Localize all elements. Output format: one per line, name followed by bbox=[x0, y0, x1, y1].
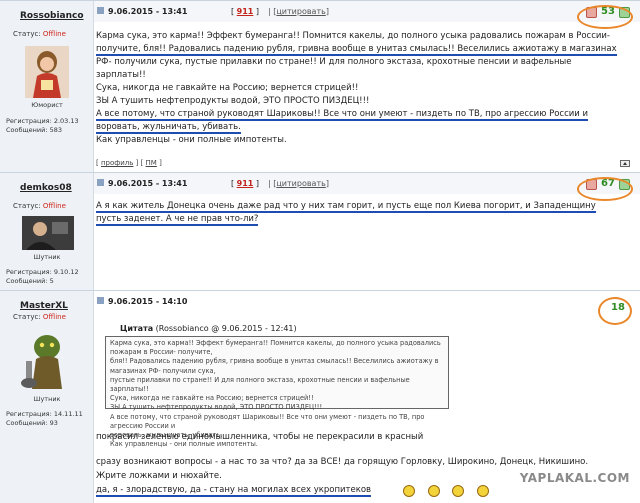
quote-line: А все потому, что страной руководят Шари… bbox=[110, 412, 425, 430]
post-text-line: покрасил зеленью единомышленника, чтобы … bbox=[96, 432, 424, 442]
status-label: Статус: bbox=[13, 30, 41, 38]
post-text-line: да, я - злорадствую, да - стану на могил… bbox=[96, 485, 372, 497]
post-number-link[interactable]: 911 bbox=[237, 7, 254, 16]
post-icon bbox=[97, 297, 104, 304]
post-masterxl: MasterXL Статус: Offline Шутник Регистра… bbox=[0, 290, 640, 503]
post-links: [ профиль ] [ ПМ ] bbox=[96, 159, 162, 167]
post-number: [ 911 ] bbox=[231, 7, 260, 16]
smiley-icon bbox=[476, 485, 489, 497]
underlined-text: получите, бля!! Радовались падению рубля… bbox=[96, 44, 617, 56]
post-icon bbox=[97, 179, 104, 186]
underlined-text: да, я - злорадствую, да - стану на могил… bbox=[96, 485, 372, 497]
post-header: 9.06.2015 - 13:41 [ 911 ] | [цитировать]… bbox=[94, 173, 640, 194]
post-text-line: А все потому, что страной руководят Шари… bbox=[96, 108, 630, 121]
post-text-line: пусть заденет. А че не прав что-ли? bbox=[96, 213, 630, 226]
post-text-line: Жрите ложками и нюхайте. bbox=[96, 471, 222, 481]
underlined-text: А я как житель Донецка очень даже рад чт… bbox=[96, 201, 596, 213]
quote-box: Карма сука, это карма!! Эффект бумеранга… bbox=[105, 336, 449, 448]
scroll-top-icon[interactable] bbox=[620, 160, 630, 167]
post-text-line: Как управленцы - они полные импотенты. bbox=[96, 135, 287, 145]
quote-line: Карма сука, это карма!! Эффект бумеранга… bbox=[110, 339, 441, 357]
post-body: Карма сука, это карма!! Эффект бумеранга… bbox=[96, 30, 630, 147]
message-count: Сообщений: 5 bbox=[6, 277, 54, 285]
underlined-text: А все потому, что страной руководят Шари… bbox=[96, 109, 589, 121]
quote-line: ЗЫ А тушить нефтепродукты водой, ЭТО ПРО… bbox=[110, 403, 323, 412]
status-line: Статус: Offline bbox=[13, 313, 66, 321]
user-meta: Регистрация: 2.03.13 Сообщений: 583 bbox=[6, 117, 79, 135]
user-pane: MasterXL Статус: Offline Шутник Регистра… bbox=[0, 291, 94, 503]
post-header: 9.06.2015 - 14:10 18 bbox=[94, 291, 640, 313]
avatar[interactable] bbox=[20, 331, 74, 391]
post-number: [ 911 ] bbox=[231, 179, 260, 188]
smiley-icon bbox=[427, 485, 440, 497]
cite-button[interactable]: цитировать bbox=[276, 179, 325, 188]
quote-label: Цитата bbox=[120, 324, 154, 333]
cite-block: | [цитировать] bbox=[268, 7, 329, 16]
user-pane: Rossobianco Статус: Offline Юморист Реги… bbox=[0, 1, 94, 172]
annotation-circle bbox=[577, 5, 633, 29]
quote-line: бля!! Радовались падению рубля, гривна в… bbox=[110, 357, 439, 375]
status-offline: Offline bbox=[42, 202, 66, 210]
user-role: Шутник bbox=[33, 395, 61, 403]
smiley-icon bbox=[403, 485, 415, 497]
username-link[interactable]: Rossobianco bbox=[20, 11, 84, 21]
post-text-line: воровать, жульничать, убивать. bbox=[96, 121, 630, 134]
post-text-line: РФ- получили сука, пустые прилавки по ст… bbox=[96, 57, 572, 67]
quote-source: (Rossobianco @ 9.06.2015 - 12:41) bbox=[155, 324, 297, 333]
post-icon bbox=[97, 7, 104, 14]
registration-date: Регистрация: 2.03.13 bbox=[6, 117, 79, 125]
smiley-row bbox=[403, 485, 499, 497]
post-date: 9.06.2015 - 13:41 bbox=[97, 179, 187, 188]
post-text-line: Сука, никогда не гавкайте на Россию; вер… bbox=[96, 83, 359, 93]
post-date-text: 9.06.2015 - 13:41 bbox=[108, 179, 188, 188]
post-text-line: получите, бля!! Радовались падению рубля… bbox=[96, 43, 630, 56]
post-date-text: 9.06.2015 - 13:41 bbox=[108, 7, 188, 16]
annotation-circle bbox=[598, 297, 632, 325]
avatar[interactable] bbox=[25, 46, 69, 98]
post-body: А я как житель Донецка очень даже рад чт… bbox=[96, 200, 630, 226]
user-pane: demkos08 Статус: Offline Шутник Регистра… bbox=[0, 173, 94, 290]
status-offline: Offline bbox=[42, 313, 66, 321]
registration-date: Регистрация: 14.11.11 bbox=[6, 410, 83, 418]
status-offline: Offline bbox=[42, 30, 66, 38]
user-meta: Регистрация: 9.10.12 Сообщений: 5 bbox=[6, 268, 79, 286]
pm-link[interactable]: ПМ bbox=[146, 159, 157, 167]
user-meta: Регистрация: 14.11.11 Сообщений: 93 bbox=[6, 410, 83, 428]
quote-line: Сука, никогда не гавкайте на Россию; вер… bbox=[110, 394, 314, 403]
post-number-link[interactable]: 911 bbox=[237, 179, 254, 188]
quote-title: Цитата (Rossobianco @ 9.06.2015 - 12:41) bbox=[120, 324, 297, 333]
post-header: 9.06.2015 - 13:41 [ 911 ] | [цитировать]… bbox=[94, 1, 640, 22]
status-label: Статус: bbox=[13, 202, 41, 210]
underlined-text: воровать, жульничать, убивать. bbox=[96, 122, 241, 134]
registration-date: Регистрация: 9.10.12 bbox=[6, 268, 79, 276]
profile-link[interactable]: профиль bbox=[101, 159, 133, 167]
underlined-text: пусть заденет. А че не прав что-ли? bbox=[96, 214, 259, 226]
post-text-line: А я как житель Донецка очень даже рад чт… bbox=[96, 200, 630, 213]
post-demkos08: demkos08 Статус: Offline Шутник Регистра… bbox=[0, 172, 640, 290]
status-line: Статус: Offline bbox=[13, 30, 66, 38]
cite-block: | [цитировать] bbox=[268, 179, 329, 188]
post-text-line: ЗЫ А тушить нефтепродукты водой, ЭТО ПРО… bbox=[96, 96, 370, 106]
post-date-text: 9.06.2015 - 14:10 bbox=[108, 297, 188, 306]
smiley-icon bbox=[452, 485, 465, 497]
annotation-circle bbox=[577, 177, 633, 201]
quote-line: пустые прилавки по стране!! И для полног… bbox=[110, 375, 410, 394]
post-text-line: сразу возникают вопросы - а нас то за чт… bbox=[96, 457, 589, 467]
status-line: Статус: Offline bbox=[13, 202, 66, 210]
post-rossobianco: Rossobianco Статус: Offline Юморист Реги… bbox=[0, 0, 640, 172]
post-text-line: Карма сука, это карма!! Эффект бумеранга… bbox=[96, 31, 610, 41]
status-label: Статус: bbox=[13, 313, 41, 321]
site-watermark: YAPLAKAL.COM bbox=[519, 471, 630, 485]
post-date: 9.06.2015 - 14:10 bbox=[97, 297, 187, 306]
message-count: Сообщений: 93 bbox=[6, 419, 58, 427]
user-role: Юморист bbox=[31, 101, 63, 109]
avatar[interactable] bbox=[22, 216, 74, 250]
post-text-line: зарплаты!! bbox=[96, 70, 146, 80]
cite-button[interactable]: цитировать bbox=[276, 7, 325, 16]
user-role: Шутник bbox=[33, 253, 61, 261]
post-date: 9.06.2015 - 13:41 bbox=[97, 7, 187, 16]
username-link[interactable]: demkos08 bbox=[20, 183, 72, 193]
message-count: Сообщений: 583 bbox=[6, 126, 62, 134]
username-link[interactable]: MasterXL bbox=[20, 301, 68, 311]
